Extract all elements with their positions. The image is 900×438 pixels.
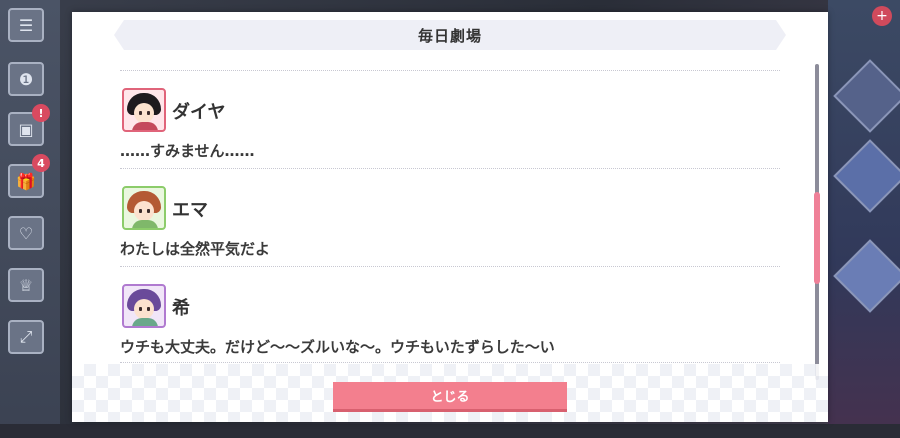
menu-icon[interactable]: ☰	[8, 8, 44, 42]
notification-badge: !	[32, 104, 50, 122]
divider	[120, 266, 780, 267]
emma-avatar	[122, 186, 166, 230]
dialogue-entry: エマ わたしは全然平気だよ	[120, 186, 780, 276]
speaker-name: エマ	[172, 200, 208, 221]
fullscreen-icon[interactable]: ⤢	[8, 320, 44, 354]
divider	[120, 362, 780, 363]
trophy-icon[interactable]: ♕	[8, 268, 44, 302]
dialog-title: 毎日劇場	[417, 26, 482, 45]
tile-icon[interactable]	[833, 139, 900, 213]
heart-icon[interactable]: ♡	[8, 216, 44, 250]
title-banner: 毎日劇場	[114, 20, 786, 50]
tile-icon[interactable]	[833, 59, 900, 133]
close-button[interactable]: とじる	[333, 382, 567, 412]
dialogue-entry: ダイヤ ……すみません……	[120, 88, 780, 178]
dia-avatar	[122, 88, 166, 132]
background-sidebar: ☰ ❶ ▣ ! 🎁 4 ♡ ♕ ⤢	[0, 0, 60, 438]
chat-icon[interactable]: ❶	[8, 62, 44, 96]
speaker-name: ダイヤ	[172, 102, 226, 123]
divider	[120, 70, 780, 71]
dialogue-entry: 希 ウチも大丈夫。だけど～～ズルいな～。ウチもいたずらした～い	[120, 284, 780, 364]
speaker-name: 希	[172, 298, 190, 319]
daily-theater-dialog: 毎日劇場 ダイヤ ……すみません…… エマ わたしは全然平気だよ 希 ウチも大丈…	[72, 12, 828, 422]
dialogue-list[interactable]: ダイヤ ……すみません…… エマ わたしは全然平気だよ 希 ウチも大丈夫。だけど…	[120, 62, 780, 364]
scrollbar-thumb[interactable]	[814, 192, 820, 284]
dialogue-line: ウチも大丈夫。だけど～～ズルいな～。ウチもいたずらした～い	[120, 338, 555, 356]
divider	[120, 168, 780, 169]
background-bottom-bar	[0, 424, 900, 438]
nozomi-avatar	[122, 284, 166, 328]
dialogue-line: わたしは全然平気だよ	[120, 240, 271, 258]
dialogue-line: ……すみません……	[120, 142, 255, 160]
plus-icon[interactable]: +	[872, 6, 892, 26]
tile-icon[interactable]	[833, 239, 900, 313]
background-right-panel: +	[828, 0, 900, 438]
gift-count-badge: 4	[32, 154, 50, 172]
